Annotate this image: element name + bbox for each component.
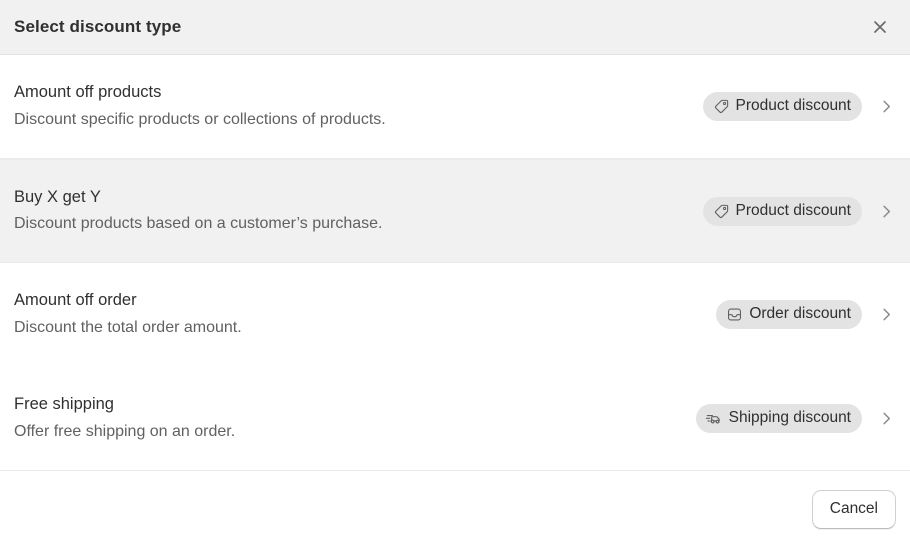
status-badge: Product discount	[702, 196, 862, 226]
badge-label: Shipping discount	[728, 409, 851, 427]
list-item[interactable]: Amount off order Discount the total orde…	[0, 263, 910, 367]
status-badge: Product discount	[702, 92, 862, 121]
option-description: Discount the total order amount.	[14, 318, 242, 336]
badge-label: Product discount	[735, 97, 851, 115]
chevron-right-icon	[876, 305, 896, 325]
option-description: Offer free shipping on an order.	[14, 422, 236, 440]
option-text: Amount off products Discount specific pr…	[14, 82, 687, 130]
price-tag-icon	[712, 202, 731, 221]
modal-footer: Cancel	[0, 474, 910, 545]
list-item[interactable]: Free shipping Offer free shipping on an …	[0, 367, 910, 471]
discount-options-list: Amount off products Discount specific pr…	[0, 55, 910, 474]
select-discount-type-modal: Select discount type Amount off products…	[0, 0, 910, 545]
chevron-right-icon	[876, 97, 896, 117]
inbox-icon	[725, 305, 744, 324]
delivery-truck-icon	[705, 409, 724, 428]
price-tag-icon	[712, 97, 731, 116]
close-icon	[871, 18, 889, 36]
option-title: Amount off products	[14, 83, 162, 102]
list-item[interactable]: Buy X get Y Discount products based on a…	[0, 159, 910, 263]
chevron-right-icon	[876, 409, 896, 429]
option-title: Buy X get Y	[14, 187, 101, 206]
badge-label: Product discount	[735, 201, 851, 219]
option-description: Discount products based on a customer’s …	[14, 215, 383, 233]
option-title: Free shipping	[14, 395, 114, 414]
page-title: Select discount type	[14, 17, 182, 36]
option-description: Discount specific products or collection…	[14, 110, 386, 128]
option-meta: Order discount	[700, 300, 896, 329]
option-meta: Shipping discount	[680, 404, 896, 433]
option-text: Buy X get Y Discount products based on a…	[14, 187, 687, 235]
close-button[interactable]	[864, 11, 896, 43]
cancel-button[interactable]: Cancel	[811, 490, 896, 529]
chevron-right-icon	[876, 201, 896, 221]
option-text: Amount off order Discount the total orde…	[14, 290, 700, 338]
list-item[interactable]: Amount off products Discount specific pr…	[0, 55, 910, 159]
status-badge: Order discount	[716, 300, 862, 329]
option-text: Free shipping Offer free shipping on an …	[14, 394, 680, 442]
option-meta: Product discount	[687, 92, 896, 121]
modal-header: Select discount type	[0, 0, 910, 55]
status-badge: Shipping discount	[695, 404, 862, 433]
option-meta: Product discount	[687, 196, 896, 226]
badge-label: Order discount	[749, 305, 851, 323]
option-title: Amount off order	[14, 291, 137, 310]
